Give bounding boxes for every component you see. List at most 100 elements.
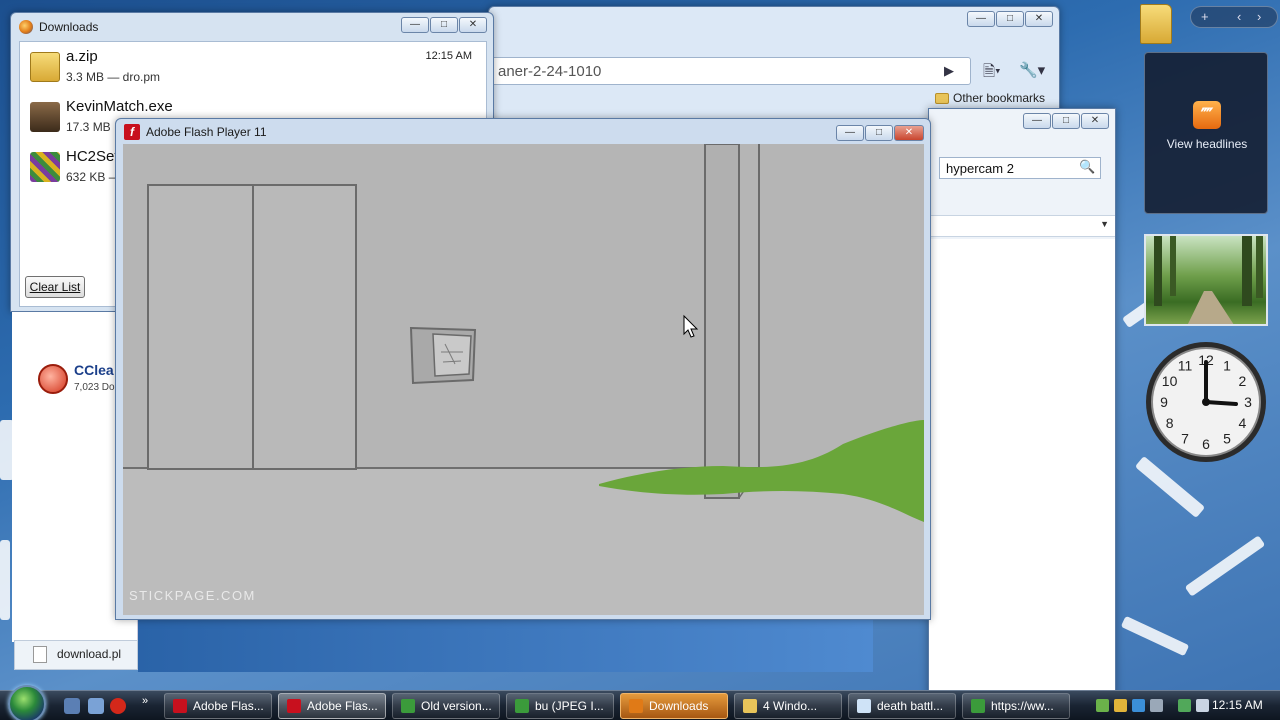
taskbar-button-label: death battl... bbox=[877, 699, 944, 713]
firefox-icon bbox=[629, 699, 643, 713]
tray-icon-connection[interactable] bbox=[1178, 699, 1191, 712]
ccleaner-downloads-count: 7,023 Do bbox=[74, 382, 115, 393]
clock-number: 6 bbox=[1202, 436, 1210, 452]
firefox-icon bbox=[19, 20, 33, 34]
chrome-icon bbox=[401, 699, 415, 713]
clock-number: 8 bbox=[1166, 415, 1174, 431]
flash-stage[interactable]: STICKPAGE.COM bbox=[123, 144, 924, 615]
windows-sidebar: + ‹ › ⁗ View headlines 12 1 2 3 4 5 6 7 8 9 10 11 bbox=[1116, 0, 1280, 690]
quicklaunch-overflow-icon[interactable]: » bbox=[142, 695, 158, 711]
flash-logo-icon: f bbox=[124, 124, 140, 140]
toolbar-strip bbox=[929, 215, 1115, 237]
clock-number: 11 bbox=[1178, 358, 1193, 374]
taskbar-button[interactable]: Adobe Flas... bbox=[164, 693, 272, 719]
close-button[interactable]: ✕ bbox=[459, 17, 487, 33]
dropdown-arrow-icon[interactable]: ▼ bbox=[1100, 219, 1109, 229]
page-menu-icon[interactable]: 🗎▾ bbox=[983, 61, 1001, 86]
add-gadget-icon[interactable]: + bbox=[1201, 9, 1209, 24]
other-bookmarks[interactable]: Other bookmarks bbox=[935, 91, 1045, 105]
minimize-button[interactable]: — bbox=[836, 125, 864, 141]
tray-icon-muted[interactable] bbox=[1196, 699, 1209, 712]
maximize-button[interactable]: □ bbox=[430, 17, 458, 33]
slideshow-gadget[interactable] bbox=[1144, 234, 1268, 326]
download-meta: 17.3 MB bbox=[66, 120, 111, 134]
taskbar-button-label: https://ww... bbox=[991, 699, 1054, 713]
taskbar-button-label: Downloads bbox=[649, 699, 709, 713]
forest-path-image bbox=[1154, 236, 1263, 324]
address-bar[interactable]: aner-2-24-1010 bbox=[491, 57, 971, 85]
maximize-button[interactable]: □ bbox=[1052, 113, 1080, 129]
folder-icon[interactable] bbox=[1140, 4, 1172, 44]
wall-panel bbox=[409, 326, 477, 385]
clock-number: 5 bbox=[1223, 430, 1231, 446]
search-icon[interactable]: 🔍 bbox=[1079, 159, 1095, 175]
show-desktop-icon[interactable] bbox=[64, 698, 80, 714]
ccleaner-title[interactable]: CClea bbox=[74, 362, 114, 378]
taskbar-button[interactable]: Old version... bbox=[392, 693, 500, 719]
next-icon[interactable]: › bbox=[1257, 9, 1261, 24]
flash-player-window[interactable]: f Adobe Flash Player 11 — □ ✕ STICKPAGE.… bbox=[115, 118, 931, 620]
taskbar-button-label: Adobe Flas... bbox=[307, 699, 378, 713]
other-bookmarks-label: Other bookmarks bbox=[953, 91, 1046, 105]
download-shelf-file[interactable]: download.pl bbox=[57, 647, 121, 661]
clear-list-button[interactable]: Clear List bbox=[25, 276, 85, 298]
page-content bbox=[929, 239, 1115, 719]
flash-caption-buttons: — □ ✕ bbox=[836, 125, 924, 141]
taskbar-button[interactable]: bu (JPEG I... bbox=[506, 693, 614, 719]
minimize-button[interactable]: — bbox=[967, 11, 995, 27]
search-browser-window[interactable]: — □ ✕ hypercam 2 🔍 ▼ bbox=[928, 108, 1116, 720]
download-meta: 3.3 MB — dro.pm bbox=[66, 70, 161, 84]
view-headlines-label[interactable]: View headlines bbox=[1145, 137, 1269, 151]
clock-number: 1 bbox=[1223, 358, 1231, 374]
clock-number: 2 bbox=[1239, 373, 1247, 389]
download-item[interactable]: a.zip 3.3 MB — dro.pm 12:15 AM bbox=[24, 44, 484, 94]
minimize-button[interactable]: — bbox=[1023, 113, 1051, 129]
taskbar-button[interactable]: death battl... bbox=[848, 693, 956, 719]
wrench-menu-icon[interactable]: 🔧▾ bbox=[1019, 61, 1045, 79]
browser-caption-buttons: — □ ✕ bbox=[967, 11, 1053, 27]
clock-gadget[interactable]: 12 1 2 3 4 5 6 7 8 9 10 11 bbox=[1144, 340, 1268, 464]
download-name: a.zip bbox=[66, 48, 98, 65]
taskbar-button[interactable]: 4 Windo... bbox=[734, 693, 842, 719]
taskbar-button[interactable]: https://ww... bbox=[962, 693, 1070, 719]
tray-icon-volume[interactable] bbox=[1150, 699, 1163, 712]
close-button[interactable]: ✕ bbox=[1081, 113, 1109, 129]
minimize-button[interactable]: — bbox=[401, 17, 429, 33]
horse-exe-icon bbox=[30, 102, 60, 132]
document-icon bbox=[33, 646, 47, 663]
download-shelf[interactable]: download.pl bbox=[14, 640, 138, 670]
flash-title: Adobe Flash Player 11 bbox=[146, 125, 267, 139]
taskbar-button-label: Adobe Flas... bbox=[193, 699, 264, 713]
taskbar-button[interactable]: Downloads bbox=[620, 693, 728, 719]
flash-icon bbox=[173, 699, 187, 713]
chrome-icon bbox=[971, 699, 985, 713]
opera-icon[interactable] bbox=[110, 698, 126, 714]
switch-windows-icon[interactable] bbox=[88, 698, 104, 714]
downloads-titlebar: Downloads bbox=[19, 13, 98, 41]
flash-titlebar: f Adobe Flash Player 11 bbox=[124, 119, 267, 145]
go-arrow-icon[interactable]: ▶ bbox=[944, 63, 954, 79]
tray-icon-network[interactable] bbox=[1096, 699, 1109, 712]
taskbar-button-label: bu (JPEG I... bbox=[535, 699, 604, 713]
feed-headlines-gadget[interactable]: ⁗ View headlines bbox=[1144, 52, 1268, 214]
maximize-button[interactable]: □ bbox=[996, 11, 1024, 27]
address-text: aner-2-24-1010 bbox=[498, 63, 602, 80]
wallpaper-stripe bbox=[0, 540, 10, 620]
ccleaner-logo-icon bbox=[38, 364, 68, 394]
tray-icon-display[interactable] bbox=[1132, 699, 1145, 712]
flash-icon bbox=[287, 699, 301, 713]
start-button[interactable] bbox=[8, 685, 46, 720]
prev-icon[interactable]: ‹ bbox=[1237, 9, 1241, 24]
taskbar-button[interactable]: Adobe Flas... bbox=[278, 693, 386, 719]
close-button[interactable]: ✕ bbox=[894, 125, 924, 141]
tray-icon-shield[interactable] bbox=[1114, 699, 1127, 712]
downloads-caption-buttons: — □ ✕ bbox=[401, 17, 487, 33]
taskbar-clock[interactable]: 12:15 AM bbox=[1212, 698, 1263, 712]
page-banner bbox=[138, 620, 873, 672]
maximize-button[interactable]: □ bbox=[865, 125, 893, 141]
hour-hand bbox=[1204, 400, 1238, 406]
search-input[interactable]: hypercam 2 bbox=[939, 157, 1101, 179]
search-window-caption-buttons: — □ ✕ bbox=[1023, 113, 1109, 129]
close-button[interactable]: ✕ bbox=[1025, 11, 1053, 27]
sidebar-controls: + ‹ › bbox=[1190, 6, 1278, 28]
